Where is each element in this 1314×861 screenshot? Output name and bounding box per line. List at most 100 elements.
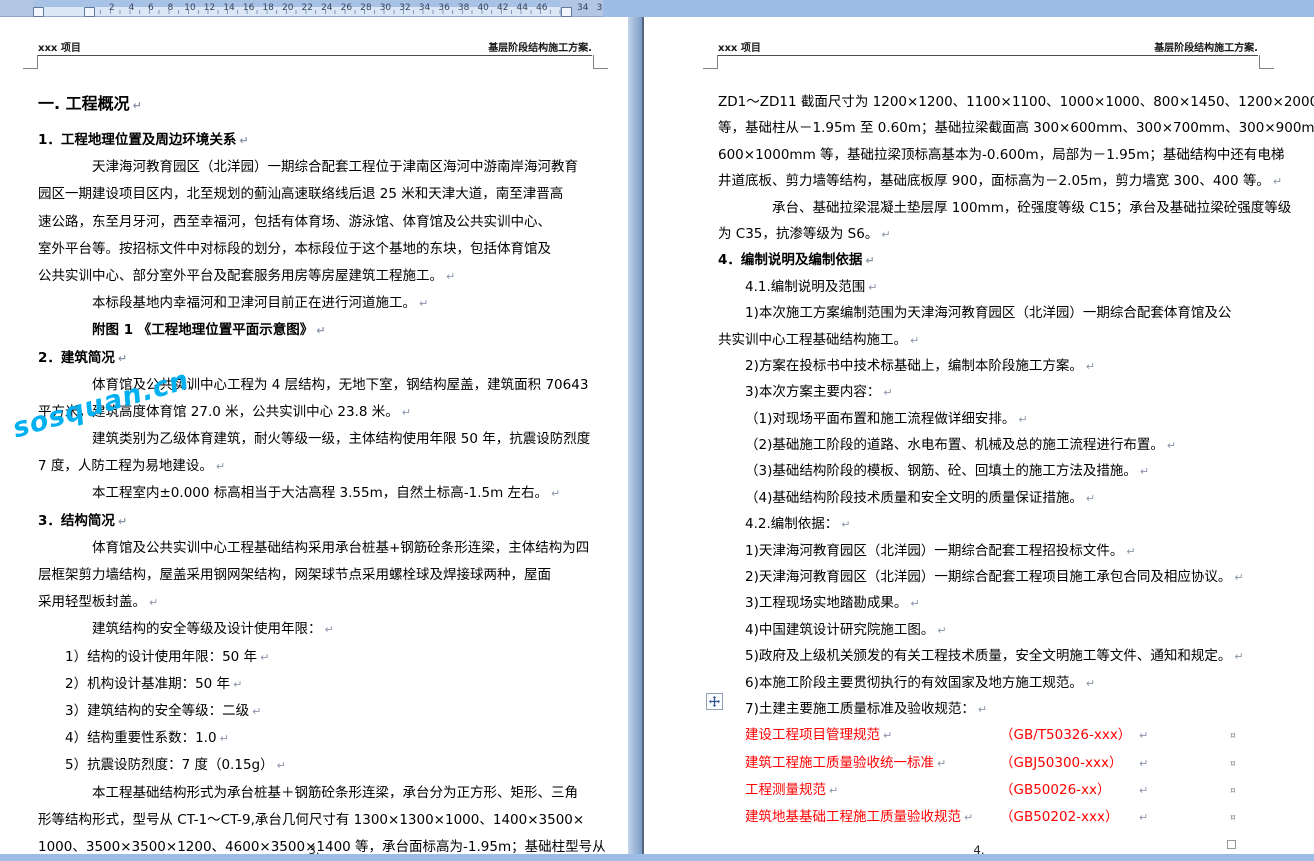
text-line-content: 4）结构重要性系数：1.0 [65,730,217,746]
text-line-content: 3．结构简况 [38,513,115,529]
text-line: 天津海河教育园区（北洋园）一期综合配套工程位于津南区海河中游南岸海河教育 [38,154,594,181]
text-line-content: 2)方案在投标书中技术标基础上，编制本阶段施工方案。 [745,358,1083,374]
end-of-cell-mark: ¤ [1230,751,1236,778]
text-line-content: 1)本次施工方案编制范围为天津海河教育园区（北洋园）一期综合配套体育馆及公 [745,305,1231,321]
text-line-content: （1)对现场平面布置和施工流程做详细安排。 [745,411,1015,427]
right-indent-marker[interactable] [561,7,572,17]
paragraph-mark: ↵ [841,518,850,531]
text-boundary-mark [593,55,608,69]
text-line: 形等结构形式，型号从 CT-1～CT-9,承台几何尺寸有 1300×1300×1… [38,807,594,834]
paragraph-mark: ↵ [551,487,560,500]
text-line: 本工程基础结构形式为承台桩基＋钢筋砼条形连梁，承台分为正方形、矩形、三角 [38,780,594,807]
paragraph-mark: ↵ [446,270,455,283]
paragraph-mark: ↵ [910,334,919,347]
paragraph-mark: ↵ [881,228,890,241]
text-line: 井道底板、剪力墙等结构，基础底板厚 900，面标高为－2.05m，剪力墙宽 30… [718,168,1264,194]
text-line-content: 1．工程地理位置及周边环境关系 [38,132,236,148]
paragraph-mark: ↵ [239,134,248,147]
text-line-content: （2)基础施工阶段的道路、水电布置、机械及总的施工流程进行布置。 [745,437,1164,453]
paragraph-mark: ↵ [865,254,874,267]
text-line: （3)基础结构阶段的模板、钢筋、砼、回填土的施工方法及措施。↵ [718,458,1264,484]
text-line-content: 3）建筑结构的安全等级：二级 [65,703,249,719]
end-of-cell-mark: ¤ [1230,778,1236,805]
ruler-number: 36 [593,3,603,13]
text-line: 层框架剪力墙结构，屋盖采用钢网架结构，网架球节点采用螺栓球及焊接球两种，屋面 [38,562,594,589]
paragraph-mark: ↵ [252,705,261,718]
text-line: 2）机构设计基准期：50 年↵ [38,671,594,698]
text-line-content: 平方米，建筑高度体育馆 27.0 米，公共实训中心 23.8 米。 [38,404,399,420]
table-move-handle-icon[interactable] [706,693,723,710]
paragraph-mark: ↵ [1086,492,1095,505]
text-line: 600×1000mm 等，基础拉梁顶标高基本为-0.600m，局部为－1.95m… [718,142,1264,168]
text-line-content: （3)基础结构阶段的模板、钢筋、砼、回填土的施工方法及措施。 [745,463,1137,479]
spec-table-row: 建筑工程施工质量验收统一标准↵ （GBJ50300-xxx） ↵ ¤ [718,750,1264,777]
text-line: 1)本次施工方案编制范围为天津海河教育园区（北洋园）一期综合配套体育馆及公 [718,300,1264,326]
text-line: 园区一期建设项目区内，北至规划的蓟汕高速联络线后退 25 米和天津大道，南至津晋… [38,181,594,208]
paragraph-mark: ↵ [978,703,987,716]
text-line-content: 为 C35，抗渗等级为 S6。 [718,226,878,242]
text-line: 承台、基础拉梁混凝土垫层厚 100mm，砼强度等级 C15；承台及基础拉梁砼强度… [718,195,1264,221]
document-page-3[interactable]: xxx 项目 基层阶段结构施工方案. 一. 工程概况↵ 1．工程地理位置及周边环… [0,17,628,854]
text-line-content: 天津海河教育园区（北洋园）一期综合配套工程位于津南区海河中游南岸海河教育 [92,159,578,175]
horizontal-ruler[interactable]: 2468101214161820222426283032343638404244… [0,0,603,17]
spec-name: 工程测量规范 [745,782,826,798]
text-line: 6)本施工阶段主要贯彻执行的有效国家及地方施工规范。↵ [718,670,1264,696]
text-line-content: 体育馆及公共实训中心工程基础结构采用承台桩基+钢筋砼条形连梁，主体结构为四 [92,540,589,556]
paragraph-mark: ↵ [1018,413,1027,426]
text-line: 1．工程地理位置及周边环境关系↵ [38,127,594,154]
paragraph-mark: ↵ [937,757,946,770]
paragraph-mark: ↵ [883,386,892,399]
text-line: （4)基础结构阶段技术质量和安全文明的质量保证措施。↵ [718,485,1264,511]
text-line: 体育馆及公共实训中心工程基础结构采用承台桩基+钢筋砼条形连梁，主体结构为四 [38,535,594,562]
spec-code: （GB50026-xx） [1000,777,1111,804]
text-line-content: 1)天津海河教育园区（北洋园）一期综合配套工程招投标文件。 [745,543,1123,559]
text-line: 4.1.编制说明及范围↵ [718,274,1264,300]
text-line-content: 2．建筑简况 [38,350,115,366]
text-line: 共实训中心工程基础结构施工。↵ [718,327,1264,353]
paragraph-mark: ↵ [964,811,973,824]
header-project-label: xxx 项目 [38,39,81,54]
page-header: xxx 项目 基层阶段结构施工方案. [38,38,592,56]
text-line: 4.2.编制依据：↵ [718,511,1264,537]
text-line: 本工程室内±0.000 标高相当于大沽高程 3.55m，自然土标高-1.5m 左… [38,480,594,507]
text-line-content: 园区一期建设项目区内，北至规划的蓟汕高速联络线后退 25 米和天津大道，南至津晋… [38,186,563,202]
paragraph-mark: ↵ [277,759,286,772]
text-line-content: 4．编制说明及编制依据 [718,252,862,268]
text-line: 1)天津海河教育园区（北洋园）一期综合配套工程招投标文件。↵ [718,538,1264,564]
ruler-number: 34 [573,3,593,13]
page-number: 4. [644,843,1314,857]
spec-table-row: 工程测量规范↵ （GB50026-xx） ↵ ¤ [718,777,1264,804]
text-line-content: 本工程室内±0.000 标高相当于大沽高程 3.55m，自然土标高-1.5m 左… [92,485,548,501]
paragraph-mark: ↵ [260,651,269,664]
text-line: 室外平台等。按招标文件中对标段的划分，本标段位于这个基地的东块，包括体育馆及 [38,236,594,263]
paragraph-mark: ↵ [216,460,225,473]
text-line-content: 600×1000mm 等，基础拉梁顶标高基本为-0.600m，局部为－1.95m… [718,147,1284,163]
left-indent-marker[interactable] [33,7,44,17]
text-line-content: 4.1.编制说明及范围 [745,279,865,295]
paragraph-mark: ↵ [1139,722,1148,749]
text-line-content: 2)天津海河教育园区（北洋园）一期综合配套工程项目施工承包合同及相应协议。 [745,569,1231,585]
text-line-content: 1）结构的设计使用年限：50 年 [65,649,257,665]
ruler-margin-numbers: 3436 [573,0,603,14]
text-line: 3)本次方案主要内容：↵ [718,379,1264,405]
text-line: 4．编制说明及编制依据↵ [718,247,1264,273]
text-line-content: 2）机构设计基准期：50 年 [65,676,230,692]
text-line-content: 本工程基础结构形式为承台桩基＋钢筋砼条形连梁，承台分为正方形、矩形、三角 [92,785,578,801]
text-line-content: 5)政府及上级机关颁发的有关工程技术质量，安全文明施工等文件、通知和规定。 [745,648,1231,664]
text-line-content: 3)本次方案主要内容： [745,384,880,400]
document-page-4[interactable]: xxx 项目 基层阶段结构施工方案. ZD1～ZD11 截面尺寸为 1200×1… [644,17,1314,854]
text-line-content: 层框架剪力墙结构，屋盖采用钢网架结构，网架球节点采用螺栓球及焊接球两种，屋面 [38,567,551,583]
first-line-indent-marker[interactable] [84,7,95,17]
page-3-body-text[interactable]: 一. 工程概况↵ 1．工程地理位置及周边环境关系↵ 天津海河教育园区（北洋园）一… [38,87,594,861]
text-line: 7)土建主要施工质量标准及验收规范：↵ [718,696,1264,722]
page-4-body-text[interactable]: ZD1～ZD11 截面尺寸为 1200×1200、1100×1100、1000×… [718,89,1264,854]
text-line: 采用轻型板封盖。↵ [38,589,594,616]
text-line: 为 C35，抗渗等级为 S6。↵ [718,221,1264,247]
text-line-content: 3)工程现场实地踏勘成果。 [745,595,907,611]
paragraph-mark: ↵ [1140,465,1149,478]
text-line-content: 共实训中心工程基础结构施工。 [718,332,907,348]
text-line: 建筑结构的安全等级及设计使用年限：↵ [38,616,594,643]
text-line: 速公路，东至月牙河，西至幸福河，包括有体育场、游泳馆、体育馆及公共实训中心、 [38,209,594,236]
paragraph-mark: ↵ [1234,571,1243,584]
paragraph-mark: ↵ [233,678,242,691]
